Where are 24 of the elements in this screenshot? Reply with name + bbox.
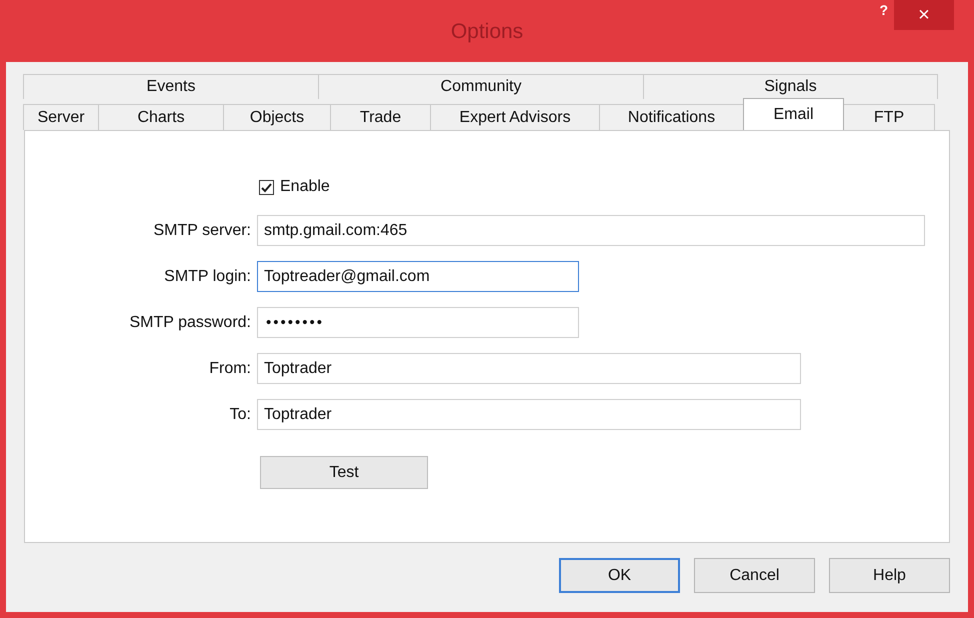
tab[interactable]: Server xyxy=(23,104,99,130)
close-button[interactable]: × xyxy=(894,0,954,30)
input-field[interactable]: Toptrader xyxy=(257,399,801,430)
tab[interactable]: Email xyxy=(743,98,844,130)
test-button[interactable]: Test xyxy=(260,456,428,489)
field-label: SMTP server: xyxy=(152,221,251,241)
window-title: Options xyxy=(450,20,524,44)
field-label: SMTP password: xyxy=(128,313,251,333)
enable-checkbox[interactable] xyxy=(259,180,274,194)
field-label: From: xyxy=(208,359,251,379)
enable-label: Enable xyxy=(280,178,330,196)
tab[interactable]: FTP xyxy=(843,104,935,130)
dialog-button[interactable]: OK xyxy=(559,558,680,593)
dialog-button[interactable]: Help xyxy=(829,558,950,593)
field-label: SMTP login: xyxy=(163,267,251,287)
password-field[interactable]: •••••••• xyxy=(257,307,579,338)
tab[interactable]: Signals xyxy=(643,74,938,99)
help-icon[interactable]: ? xyxy=(879,2,888,18)
tab[interactable]: Events xyxy=(23,74,319,99)
dialog-button[interactable]: Cancel xyxy=(694,558,815,593)
input-field[interactable]: Toptrader xyxy=(257,353,801,384)
input-field[interactable]: Toptreader@gmail.com xyxy=(257,261,579,292)
field-label: To: xyxy=(228,405,251,425)
input-field[interactable]: smtp.gmail.com:465 xyxy=(257,215,925,246)
